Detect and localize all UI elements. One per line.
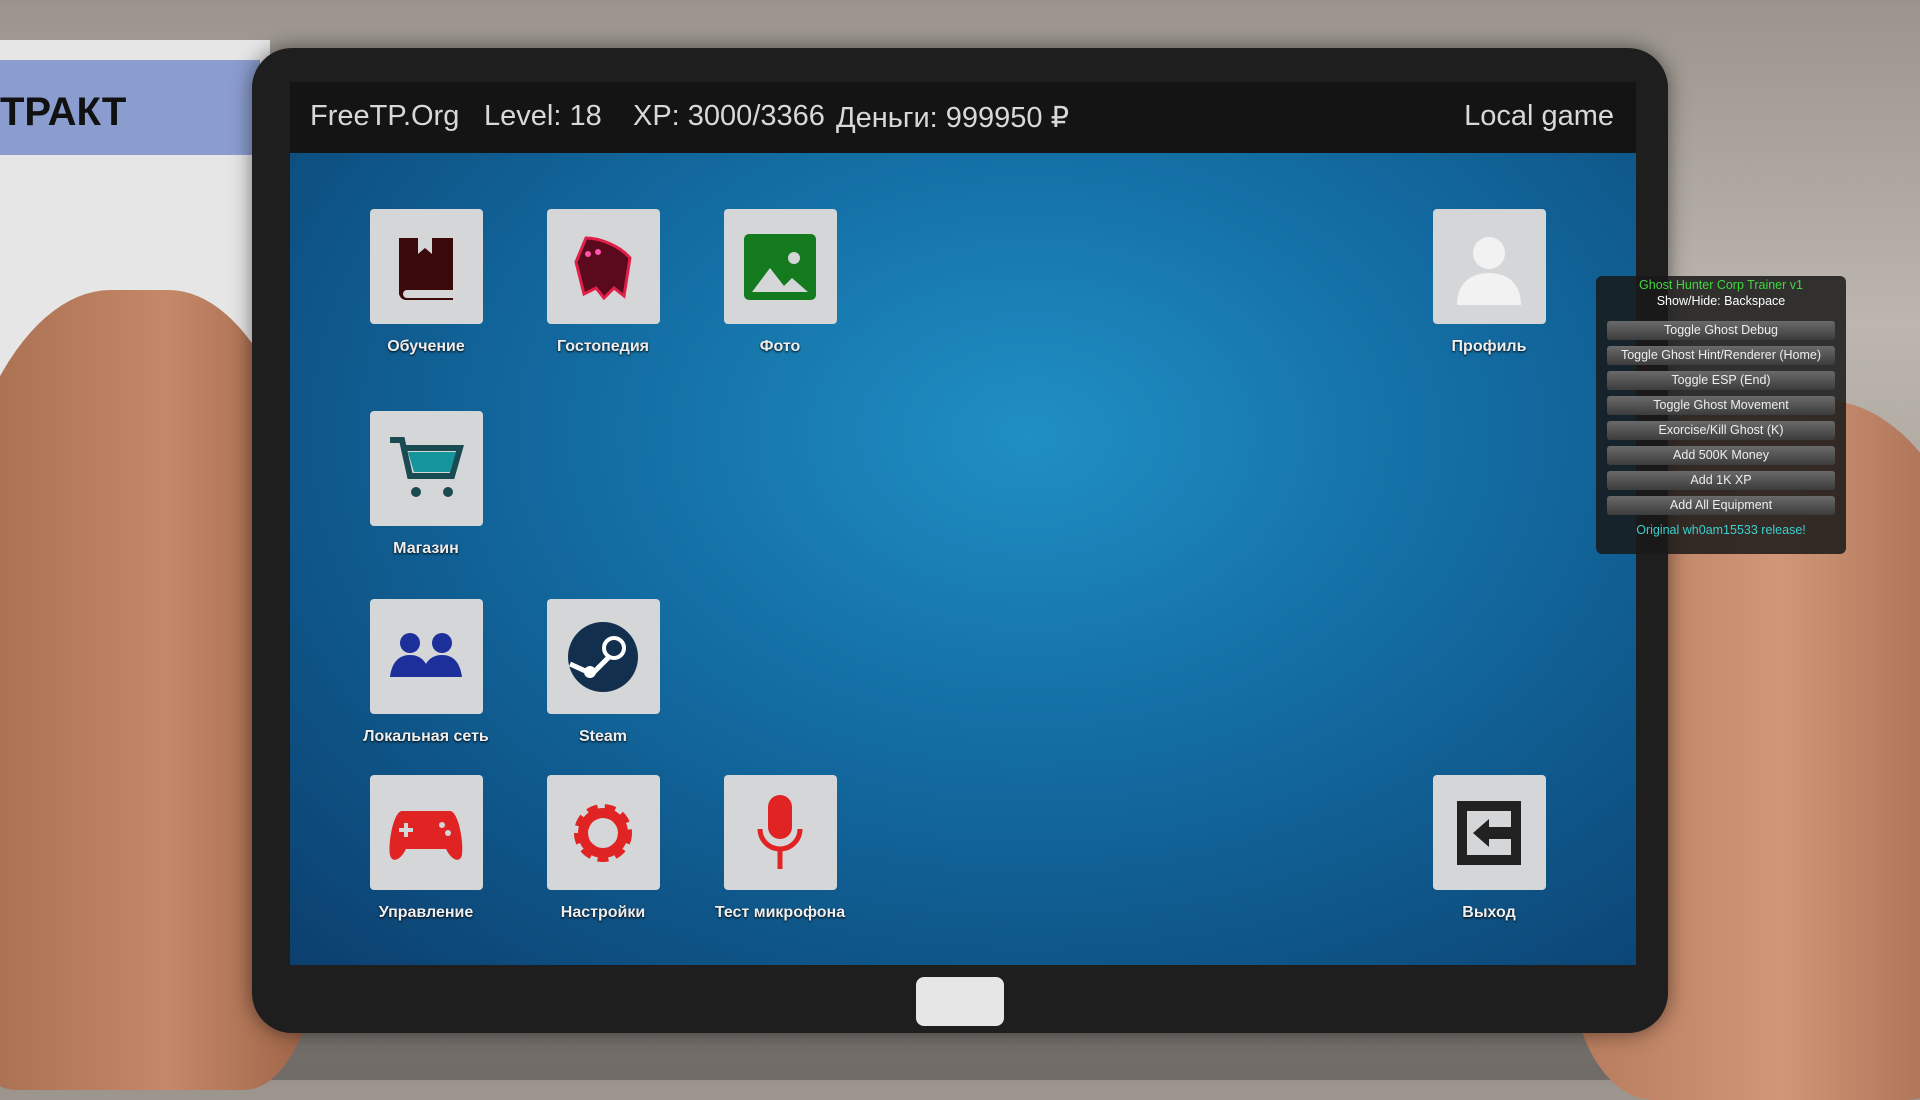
xp-label: XP: 3000/3366 <box>633 100 825 132</box>
users-icon <box>390 632 462 677</box>
user-icon <box>1457 236 1521 305</box>
app-controls[interactable]: Управление <box>351 775 501 922</box>
trainer-footer: Original wh0am15533 release! <box>1636 523 1806 537</box>
trainer-panel: Ghost Hunter Corp Trainer v1 Show/Hide: … <box>1596 276 1846 554</box>
app-ghostpedia[interactable]: Гостопедия <box>528 209 678 356</box>
level-label: Level: 18 <box>484 100 602 132</box>
gear-icon <box>574 803 632 862</box>
microphone-icon <box>757 794 803 869</box>
book-icon <box>399 237 453 300</box>
app-steam[interactable]: Steam <box>528 599 678 746</box>
add-xp-button[interactable]: Add 1K XP <box>1607 471 1835 490</box>
app-photo[interactable]: Фото <box>705 209 855 356</box>
toggle-ghost-movement-button[interactable]: Toggle Ghost Movement <box>1607 396 1835 415</box>
add-equipment-button[interactable]: Add All Equipment <box>1607 496 1835 515</box>
cart-icon <box>390 436 464 497</box>
trainer-title: Ghost Hunter Corp Trainer v1 <box>1639 278 1803 292</box>
trainer-hotkey-hint: Show/Hide: Backspace <box>1656 294 1786 308</box>
app-mic-test[interactable]: Тест микрофона <box>705 775 855 922</box>
ghost-icon <box>574 235 632 300</box>
image-icon <box>744 233 816 300</box>
tablet-screen: FreeTP.Org Level: 18 XP: 3000/3366 Деньг… <box>290 82 1636 965</box>
game-mode-label: Local game <box>1464 100 1614 132</box>
app-shop[interactable]: Магазин <box>351 411 501 558</box>
toggle-ghost-hint-button[interactable]: Toggle Ghost Hint/Renderer (Home) <box>1607 346 1835 365</box>
app-exit[interactable]: Выход <box>1414 775 1564 922</box>
gamepad-icon <box>389 810 463 860</box>
wall-sign-text: ТРАКТ <box>0 90 127 134</box>
app-local-network[interactable]: Локальная сеть <box>351 599 501 746</box>
add-money-button[interactable]: Add 500K Money <box>1607 446 1835 465</box>
app-settings[interactable]: Настройки <box>528 775 678 922</box>
app-profile[interactable]: Профиль <box>1414 209 1564 356</box>
app-tutorial[interactable]: Обучение <box>351 209 501 356</box>
toggle-ghost-debug-button[interactable]: Toggle Ghost Debug <box>1607 321 1835 340</box>
kill-ghost-button[interactable]: Exorcise/Kill Ghost (K) <box>1607 421 1835 440</box>
toggle-esp-button[interactable]: Toggle ESP (End) <box>1607 371 1835 390</box>
status-bar: FreeTP.Org Level: 18 XP: 3000/3366 Деньг… <box>290 82 1636 153</box>
money-label: Деньги: 999950 ₽ <box>836 102 1070 134</box>
site-label: FreeTP.Org <box>310 100 460 132</box>
exit-icon <box>1457 800 1521 865</box>
home-button[interactable] <box>916 977 1004 1026</box>
steam-icon <box>568 621 638 692</box>
